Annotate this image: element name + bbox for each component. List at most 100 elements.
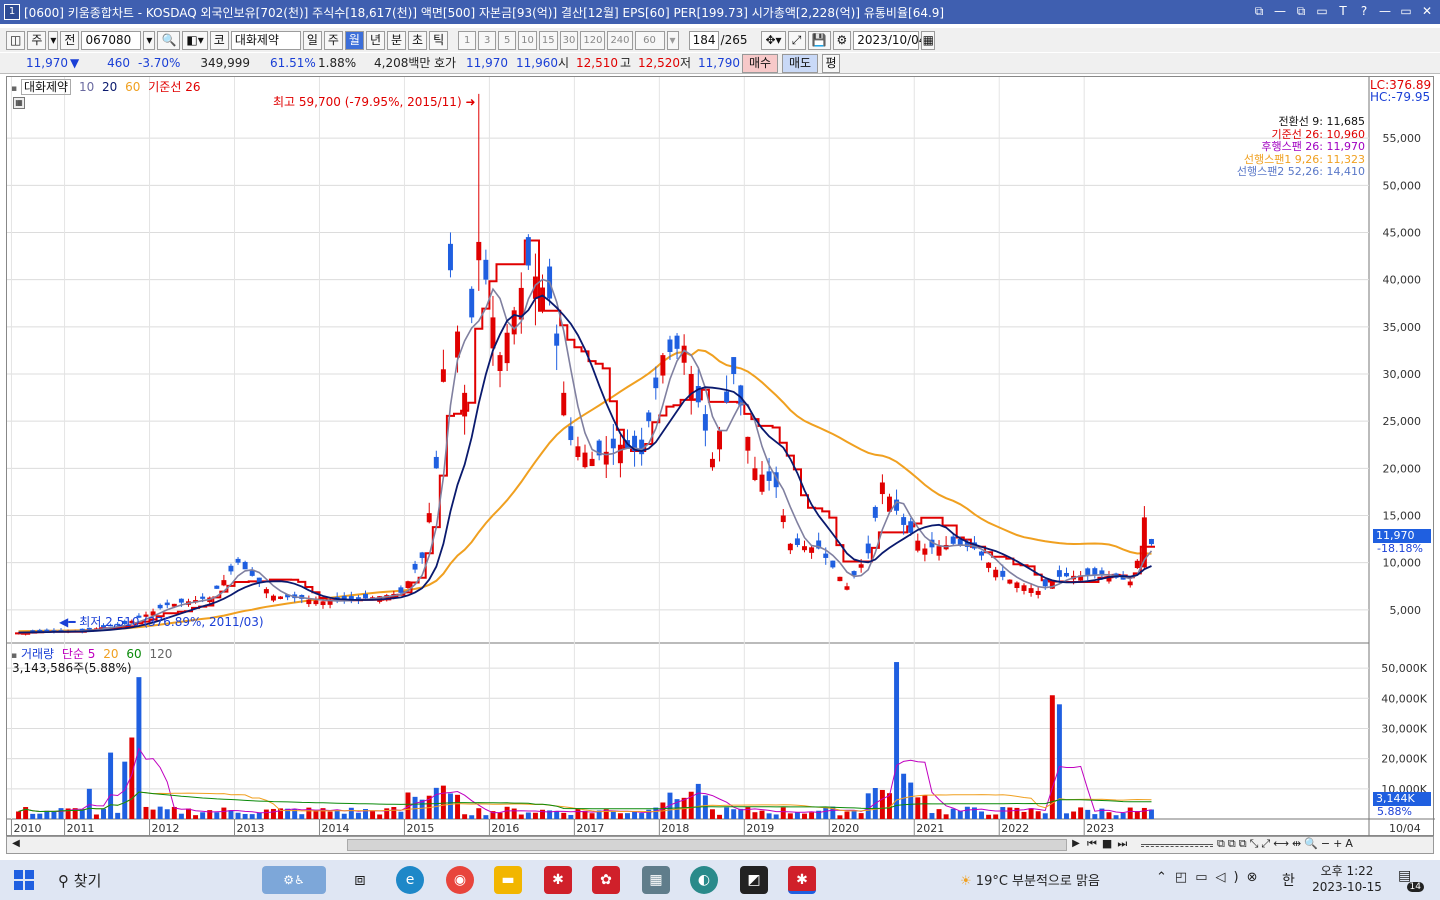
code-dropdown-icon[interactable]: ▾ <box>143 30 156 50</box>
candle-body <box>809 547 815 553</box>
chrome-icon[interactable]: ◉ <box>446 866 474 894</box>
prev-next-icon[interactable]: ◧▾ <box>182 30 208 50</box>
view-tools[interactable]: ⧉⧉⧉⤡⤢⟷⇹🔍−+A <box>1217 837 1356 851</box>
interval-3[interactable]: 3 <box>478 30 497 50</box>
system-tray[interactable]: ⌃◰▭◁)⊗ <box>1156 870 1265 885</box>
sticky-notes-icon[interactable]: ◩ <box>740 866 768 894</box>
period-year-tab[interactable]: 년 <box>365 30 385 50</box>
candle-body <box>766 471 772 481</box>
browser-app-icon[interactable]: ◐ <box>690 866 718 894</box>
period-week-tab[interactable]: 주 <box>323 30 343 50</box>
search-icon[interactable]: 🔍 <box>157 30 181 50</box>
sub-minimize-icon[interactable]: — <box>1378 3 1392 19</box>
period-month-tab[interactable]: 월 <box>344 30 364 50</box>
crosshair-icon[interactable]: ✥▾ <box>761 30 786 50</box>
fit-icon[interactable]: ⟷ <box>1273 837 1292 850</box>
minimize-icon[interactable]: — <box>1273 3 1287 19</box>
interval-240[interactable]: 240 <box>607 30 633 50</box>
save-icon[interactable]: 💾 <box>807 30 831 50</box>
interval-custom-input[interactable]: 60 <box>634 30 665 50</box>
scroll-left-icon[interactable]: ◀ <box>9 838 23 852</box>
chart-scrollbar[interactable]: ◀ ▶ ⏮■⏭ ⧉⧉⧉⤡⤢⟷⇹🔍−+A <box>6 836 1434 854</box>
volume-bar <box>30 813 36 819</box>
layout-icon[interactable]: ◫ <box>6 30 26 50</box>
period-day-tab[interactable]: 일 <box>302 30 322 50</box>
interval-120[interactable]: 120 <box>580 30 606 50</box>
forward-icon[interactable]: ⏭ <box>1117 837 1132 850</box>
font-icon[interactable]: A <box>1345 837 1356 850</box>
volume-icon[interactable]: ◁) <box>1216 870 1247 885</box>
stock-code-input[interactable]: 067080 <box>81 30 142 50</box>
kiwoom-hero-icon[interactable]: ✿ <box>592 866 620 894</box>
zoom-slider[interactable] <box>1141 844 1213 847</box>
stock-name-field[interactable]: 대화제약 <box>230 30 301 50</box>
stop-icon[interactable]: ■ <box>1102 837 1117 850</box>
start-icon[interactable] <box>14 870 34 890</box>
sell-button[interactable]: 매도 <box>782 54 818 73</box>
kind-select[interactable]: 주 <box>27 30 47 50</box>
ime-indicator[interactable]: 한 <box>1282 870 1295 890</box>
layout-3-icon[interactable]: ⧉ <box>1239 837 1250 850</box>
calculator-icon[interactable]: ▦ <box>13 97 25 109</box>
zoom-in-icon[interactable]: ⤡ <box>1250 837 1262 850</box>
accessibility-app-icon[interactable]: ⚙♿ <box>262 866 326 894</box>
bar-count-input[interactable]: 184 <box>688 30 719 50</box>
kiwoom-app-icon[interactable]: ✱ <box>544 866 572 894</box>
average-button[interactable]: 평 <box>822 54 840 73</box>
price-volume-chart[interactable]: 55,000 50,000 45,000 40,000 35,000 30,000 25,0… <box>7 77 1435 837</box>
magnifier-icon[interactable]: 🔍 <box>1304 837 1321 850</box>
link-window-icon[interactable]: ⧉ <box>1252 3 1266 19</box>
tray-expand-icon[interactable]: ⌃ <box>1156 870 1175 885</box>
chart-panel[interactable]: 55,000 50,000 45,000 40,000 35,000 30,000 25,0… <box>6 76 1435 837</box>
help-icon[interactable]: ? <box>1357 3 1371 19</box>
date-input[interactable]: 2023/10/04 <box>853 30 926 50</box>
scroll-thumb[interactable] <box>347 839 1067 851</box>
playback-controls[interactable]: ⏮■⏭ <box>1087 837 1132 851</box>
period-second-tab[interactable]: 초 <box>408 30 428 50</box>
calculator-app-icon[interactable]: ▦ <box>642 866 670 894</box>
notification-icon[interactable]: ▤ 14 <box>1398 868 1424 892</box>
weather-widget[interactable]: ☀ 19°C 부분적으로 맑음 <box>960 870 1100 889</box>
calendar-icon[interactable]: ▦ <box>921 30 936 50</box>
maximize-icon[interactable]: ▭ <box>1315 3 1329 19</box>
scope-select[interactable]: 전 <box>60 30 80 50</box>
file-explorer-icon[interactable]: ▬ <box>494 866 522 894</box>
interval-1[interactable]: 1 <box>458 30 477 50</box>
candle-body <box>363 593 368 599</box>
scroll-right-icon[interactable]: ▶ <box>1069 838 1083 852</box>
edge-icon[interactable]: e <box>396 866 424 894</box>
interval-15[interactable]: 15 <box>538 30 558 50</box>
volume-bar <box>370 810 376 819</box>
plus-icon[interactable]: + <box>1333 837 1345 850</box>
text-toggle-icon[interactable]: T <box>1336 3 1350 19</box>
interval-10[interactable]: 10 <box>518 30 537 50</box>
buy-button[interactable]: 매수 <box>742 54 778 73</box>
taskbar-search[interactable]: ⚲ 찾기 <box>58 870 101 891</box>
fit2-icon[interactable]: ⇹ <box>1292 837 1304 850</box>
high-annotation: 최고 59,700 (-79.95%, 2015/11) ➜ <box>273 93 476 110</box>
interval-30[interactable]: 30 <box>559 30 579 50</box>
period-tick-tab[interactable]: 틱 <box>429 30 449 50</box>
network-icon[interactable]: ▭ <box>1195 870 1215 885</box>
legend-stock-name[interactable]: 대화제약 <box>20 79 72 95</box>
kiwoom-active-icon[interactable]: ✱ <box>788 866 816 894</box>
restore-icon[interactable]: ⧉ <box>1294 3 1308 19</box>
minus-icon[interactable]: − <box>1321 837 1333 850</box>
layout-1-icon[interactable]: ⧉ <box>1217 837 1228 850</box>
draw-tool-icon[interactable]: ⤢ <box>787 30 806 50</box>
rewind-icon[interactable]: ⏮ <box>1087 837 1102 850</box>
sub-maximize-icon[interactable]: ▭ <box>1399 3 1413 19</box>
tray-app-icon[interactable]: ◰ <box>1175 870 1195 885</box>
interval-5[interactable]: 5 <box>498 30 517 50</box>
settings-icon[interactable]: ⚙ <box>832 30 852 50</box>
year-label: 2013 <box>237 822 265 835</box>
close-icon[interactable]: ✕ <box>1420 3 1434 19</box>
interval-dropdown-icon[interactable]: ▾ <box>666 30 679 50</box>
clock[interactable]: 오후 1:22 2023-10-15 <box>1310 863 1384 895</box>
zoom-out-icon[interactable]: ⤢ <box>1261 837 1273 850</box>
layout-2-icon[interactable]: ⧉ <box>1228 837 1239 850</box>
kind-dropdown-icon[interactable]: ▾ <box>48 30 59 50</box>
mute-icon[interactable]: ⊗ <box>1247 870 1266 885</box>
task-view-icon[interactable]: ⧈ <box>346 866 374 894</box>
period-minute-tab[interactable]: 분 <box>387 30 407 50</box>
